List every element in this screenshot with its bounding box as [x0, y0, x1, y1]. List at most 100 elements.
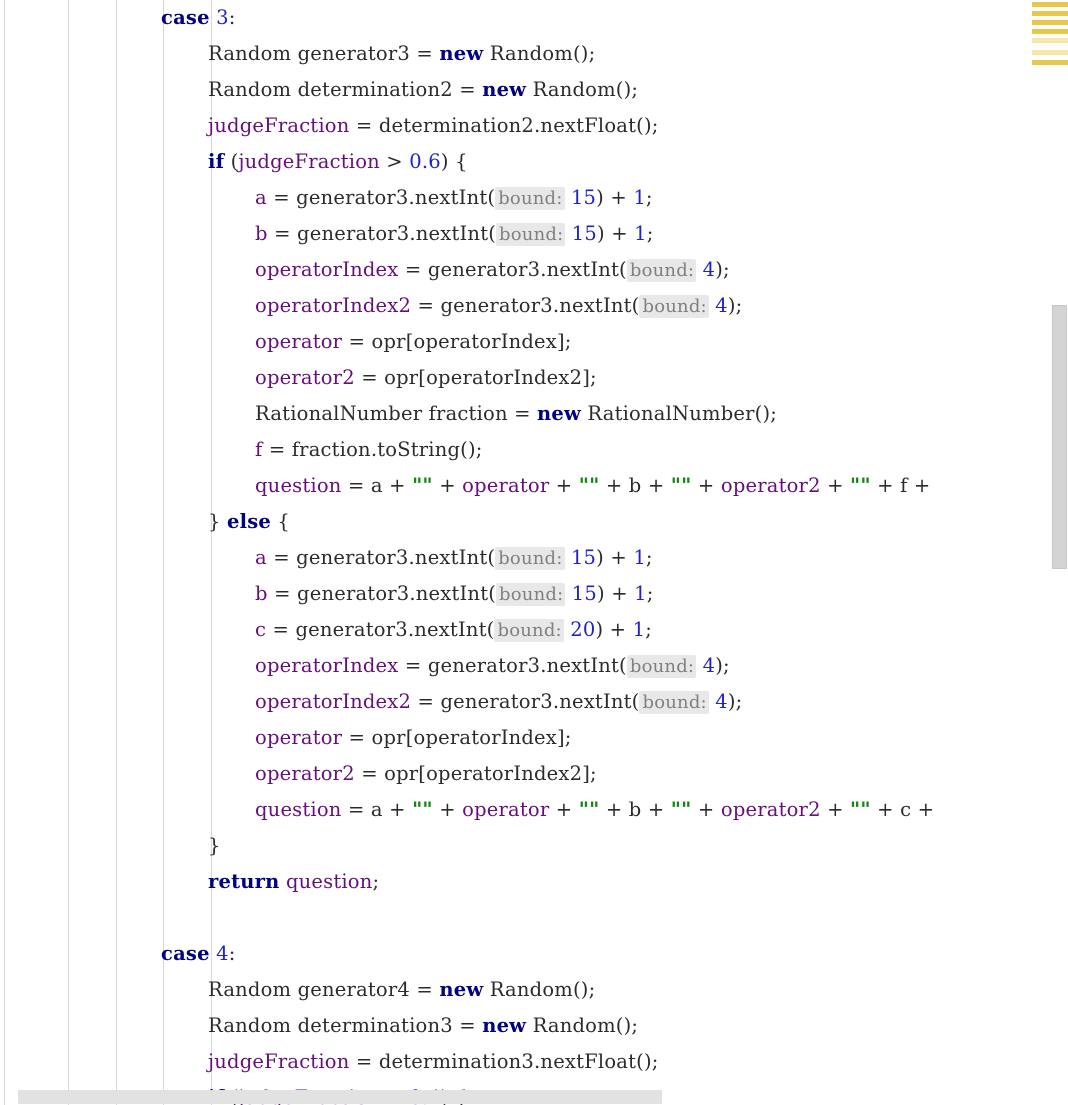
vertical-scrollbar-track[interactable]	[1052, 0, 1068, 1105]
code-line[interactable]: } else {	[0, 504, 1068, 540]
code-token: Random generator4 =	[208, 978, 440, 1001]
code-line[interactable]: case 3:	[0, 0, 1068, 36]
number-token: 15	[571, 582, 598, 605]
number-token: 15	[570, 546, 597, 569]
code-line[interactable]: c = generator3.nextInt(bound: 20) + 1;	[0, 612, 1068, 648]
keyword-token: new	[482, 78, 527, 101]
code-token: = opr[operatorIndex2];	[354, 366, 597, 389]
code-token: );	[727, 690, 743, 713]
keyword-token: return	[208, 870, 280, 893]
parameter-hint: bound:	[626, 655, 697, 678]
code-token: Random determination2 =	[208, 78, 483, 101]
code-line[interactable]: operatorIndex = generator3.nextInt(bound…	[0, 252, 1068, 288]
code-token: (	[224, 150, 239, 173]
string-token: ""	[412, 798, 433, 821]
code-line[interactable]: RationalNumber fraction = new RationalNu…	[0, 396, 1068, 432]
code-line[interactable]	[0, 900, 1068, 936]
code-editor[interactable]: case 3: Random generator3 = new Random();…	[0, 0, 1068, 1105]
code-token: +	[820, 474, 851, 497]
code-line-content: a = generator3.nextInt(bound: 15) + 1;	[255, 180, 653, 217]
number-token: 20	[570, 618, 596, 641]
field-token: a	[255, 546, 267, 569]
code-token: + c +	[870, 798, 935, 821]
code-token: +	[691, 798, 721, 821]
keyword-token: else	[227, 510, 272, 533]
horizontal-scrollbar-track[interactable]	[0, 1089, 1068, 1105]
field-token: judgeFraction	[208, 114, 350, 137]
code-token: = generator3.nextInt(	[411, 690, 640, 713]
code-line[interactable]: a = generator3.nextInt(bound: 15) + 1;	[0, 540, 1068, 576]
number-token: 4	[715, 294, 728, 317]
code-token: = determination2.nextFloat();	[349, 114, 659, 137]
code-token: ;	[645, 546, 653, 569]
field-token: operatorIndex2	[255, 690, 412, 713]
code-line[interactable]: operator = opr[operatorIndex];	[0, 324, 1068, 360]
code-line-content: RationalNumber fraction = new RationalNu…	[255, 396, 777, 432]
parameter-hint: bound:	[639, 691, 709, 714]
code-token: }	[208, 510, 228, 533]
parameter-hint: bound:	[639, 295, 709, 318]
code-line[interactable]: operatorIndex2 = generator3.nextInt(boun…	[0, 288, 1068, 324]
code-line-content: operator = opr[operatorIndex];	[255, 324, 572, 360]
keyword-token: new	[439, 978, 484, 1001]
code-token: = generator3.nextInt(	[267, 582, 497, 605]
code-line[interactable]: b = generator3.nextInt(bound: 15) + 1;	[0, 216, 1068, 252]
code-token: = generator3.nextInt(	[266, 618, 495, 641]
string-token: ""	[578, 798, 600, 821]
code-token: ) +	[597, 582, 635, 605]
code-line-content: operator2 = opr[operatorIndex2];	[255, 360, 597, 396]
code-line-content: if (judgeFraction > 0.6) {	[208, 144, 468, 180]
code-text-area[interactable]: case 3: Random generator3 = new Random();…	[0, 0, 1068, 1105]
code-line[interactable]: Random generator3 = new Random();	[0, 36, 1068, 72]
code-line[interactable]: }	[0, 828, 1068, 864]
code-line[interactable]: a = generator3.nextInt(bound: 15) + 1;	[0, 180, 1068, 216]
code-line[interactable]: operatorIndex = generator3.nextInt(bound…	[0, 648, 1068, 684]
number-token: 3	[216, 6, 229, 29]
keyword-token: new	[537, 402, 582, 425]
code-token: = generator3.nextInt(	[266, 546, 496, 569]
code-line[interactable]: operator = opr[operatorIndex];	[0, 720, 1068, 756]
code-token: ) +	[596, 186, 634, 209]
code-line[interactable]: operatorIndex2 = generator3.nextInt(boun…	[0, 684, 1068, 720]
vertical-scrollbar-thumb[interactable]	[1052, 305, 1067, 569]
code-line[interactable]: operator2 = opr[operatorIndex2];	[0, 360, 1068, 396]
number-token: 1	[632, 618, 646, 641]
number-token: 0.6	[409, 150, 441, 173]
code-line[interactable]: return question;	[0, 864, 1068, 900]
code-token: );	[715, 258, 730, 281]
code-line[interactable]: judgeFraction = determination2.nextFloat…	[0, 108, 1068, 144]
code-line-content: judgeFraction = determination3.nextFloat…	[208, 1044, 659, 1080]
code-line[interactable]: question = a + "" + operator + "" + b + …	[0, 792, 1068, 828]
code-line[interactable]: judgeFraction = determination3.nextFloat…	[0, 1044, 1068, 1080]
code-line[interactable]: Random determination2 = new Random();	[0, 72, 1068, 108]
code-token: + b +	[599, 474, 671, 497]
code-line[interactable]: if (judgeFraction > 0.6) {	[0, 144, 1068, 180]
code-token: :	[228, 942, 236, 965]
code-line[interactable]: case 4:	[0, 936, 1068, 972]
keyword-token: case	[161, 942, 210, 965]
code-line[interactable]: operator2 = opr[operatorIndex2];	[0, 756, 1068, 792]
code-token: + f +	[870, 474, 931, 497]
code-line[interactable]: Random determination3 = new Random();	[0, 1008, 1068, 1044]
horizontal-scrollbar-thumb[interactable]	[18, 1090, 662, 1104]
code-line[interactable]: b = generator3.nextInt(bound: 15) + 1;	[0, 576, 1068, 612]
field-token: question	[255, 474, 342, 497]
parameter-hint: bound:	[494, 619, 564, 642]
field-token: operator2	[720, 798, 821, 821]
code-line-content: } else {	[208, 504, 290, 540]
code-line-content: Random determination2 = new Random();	[208, 72, 638, 108]
code-token: = opr[operatorIndex2];	[354, 762, 597, 785]
code-token: Random();	[526, 78, 639, 101]
code-line[interactable]: Random generator4 = new Random();	[0, 972, 1068, 1008]
number-token: 1	[634, 582, 647, 605]
code-token: = opr[operatorIndex];	[342, 726, 572, 749]
code-line-content: Random generator4 = new Random();	[208, 972, 595, 1008]
code-token: );	[727, 294, 743, 317]
code-line[interactable]: question = a + "" + operator + "" + b + …	[0, 468, 1068, 504]
code-token: Random();	[483, 42, 596, 65]
code-token: +	[549, 798, 579, 821]
code-line[interactable]: f = fraction.toString();	[0, 432, 1068, 468]
code-token: );	[715, 654, 730, 677]
field-token: operator	[462, 798, 550, 821]
code-line-content: c = generator3.nextInt(bound: 20) + 1;	[255, 612, 652, 649]
